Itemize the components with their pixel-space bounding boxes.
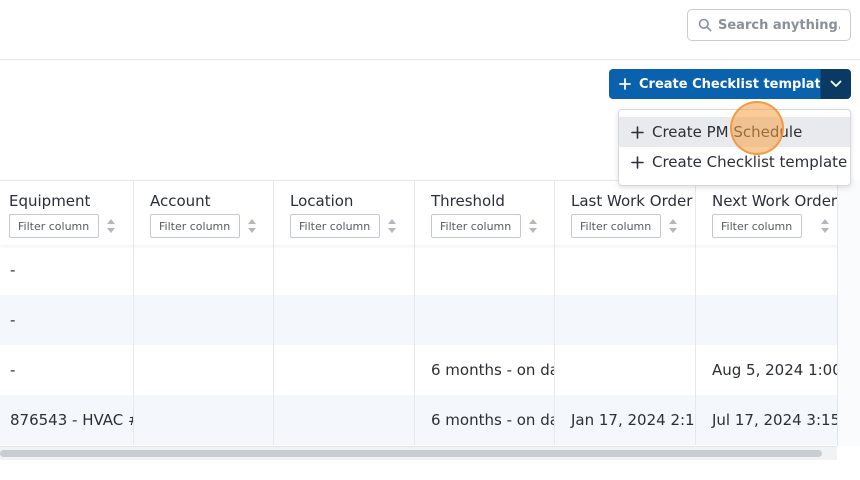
table-cell <box>274 295 415 345</box>
table-cell <box>134 395 274 445</box>
table-cell <box>134 345 274 395</box>
column-filter-input[interactable] <box>571 214 661 238</box>
column-filter-input[interactable] <box>9 214 99 238</box>
sort-icon[interactable] <box>106 218 116 234</box>
table-cell: - <box>0 345 134 395</box>
plus-icon <box>631 155 644 169</box>
table-cell: Aug 5, 2024 1:00 PM <box>712 361 837 379</box>
create-options-dropdown-toggle[interactable] <box>820 69 851 99</box>
menu-item-create-pm-schedule[interactable]: Create PM Schedule <box>619 117 850 147</box>
table-cell <box>555 245 696 295</box>
table-cell: - <box>0 295 134 345</box>
table-header: Equipment Account Location Threshold Las… <box>0 181 837 245</box>
column-header-last-work-order: Last Work Order <box>555 181 696 245</box>
column-header-threshold: Threshold <box>415 181 555 245</box>
vertical-scrollbar[interactable] <box>837 180 860 446</box>
column-title: Location <box>290 192 354 210</box>
table-row[interactable]: - <box>0 295 837 345</box>
table-cell: Jan 17, 2024 2:15 PM <box>555 395 696 445</box>
table-row[interactable]: 876543 - HVAC #1 6 months - on date Jan … <box>0 395 837 445</box>
sort-icon[interactable] <box>668 218 678 234</box>
table-cell: 6 months - on date <box>415 395 555 445</box>
column-title: Account <box>150 192 211 210</box>
column-header-account: Account <box>134 181 274 245</box>
table-cell <box>274 395 415 445</box>
column-title: Next Work Order <box>712 192 837 210</box>
table-cell <box>274 345 415 395</box>
create-checklist-template-button[interactable]: Create Checklist template <box>609 69 830 99</box>
column-filter-input[interactable] <box>431 214 521 238</box>
menu-item-label: Create PM Schedule <box>652 123 803 141</box>
sort-icon[interactable] <box>387 218 397 234</box>
chevron-down-icon <box>830 80 842 87</box>
column-header-equipment: Equipment <box>0 181 134 245</box>
column-header-location: Location <box>274 181 415 245</box>
table-cell <box>415 245 555 295</box>
horizontal-scrollbar-thumb[interactable] <box>0 450 822 457</box>
pm-schedules-table: Equipment Account Location Threshold Las… <box>0 180 837 446</box>
table-cell: - <box>0 245 134 295</box>
table-cell <box>134 295 274 345</box>
sort-icon[interactable] <box>247 218 257 234</box>
table-cell <box>555 345 696 395</box>
column-filter-input[interactable] <box>712 214 802 238</box>
sort-icon[interactable] <box>820 218 830 234</box>
table-cell <box>415 295 555 345</box>
search-input[interactable] <box>718 17 840 33</box>
table-row[interactable]: - <box>0 245 837 295</box>
plus-icon <box>631 125 644 139</box>
column-header-next-work-order: Next Work Order <box>696 181 837 245</box>
table-cell <box>555 295 696 345</box>
table-cell: 876543 - HVAC #1 <box>0 395 134 445</box>
create-options-menu: Create PM Schedule Create Checklist temp… <box>618 109 851 186</box>
table-cell <box>134 245 274 295</box>
plus-icon <box>619 78 631 90</box>
create-checklist-template-label: Create Checklist template <box>639 76 830 92</box>
column-filter-input[interactable] <box>150 214 240 238</box>
search-box[interactable] <box>687 9 851 41</box>
table-cell <box>274 245 415 295</box>
column-title: Equipment <box>9 192 91 210</box>
table-row[interactable]: - 6 months - on date Aug 5, 2024 1:00 PM <box>0 345 837 395</box>
sort-icon[interactable] <box>528 218 538 234</box>
table-cell: 6 months - on date <box>415 345 555 395</box>
search-icon <box>698 18 712 32</box>
create-split-button: Create Checklist template <box>609 69 851 99</box>
table-cell <box>696 295 837 345</box>
menu-item-create-checklist-template[interactable]: Create Checklist template <box>619 147 850 177</box>
top-bar <box>0 0 860 60</box>
column-title: Threshold <box>431 192 505 210</box>
column-title: Last Work Order <box>571 192 693 210</box>
table-cell: Jul 17, 2024 3:15 PM <box>712 411 837 429</box>
column-filter-input[interactable] <box>290 214 380 238</box>
table-cell <box>696 245 837 295</box>
menu-item-label: Create Checklist template <box>652 153 848 171</box>
